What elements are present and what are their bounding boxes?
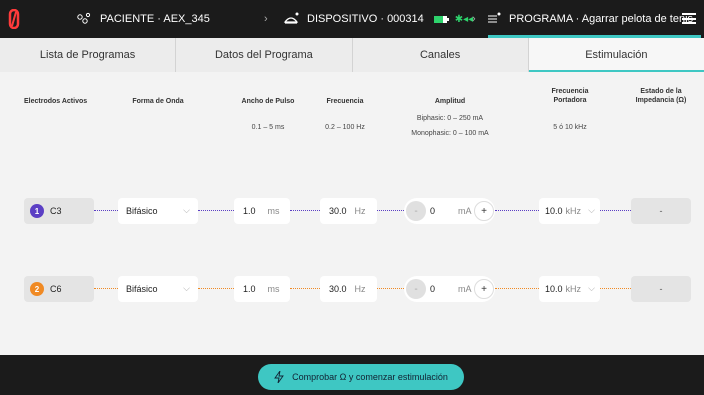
header-frequency: Frecuencia <box>326 98 364 105</box>
tab-stimulation[interactable]: Estimulación <box>528 38 704 72</box>
chevron-right-icon: › <box>472 13 476 25</box>
header-impedance: Estado de la Impedancia (Ω) <box>635 88 687 104</box>
program-selector[interactable]: PROGRAMA · Agarrar pelota de tenis <box>487 0 693 38</box>
minus-button[interactable]: - <box>406 279 426 299</box>
amplitude-value[interactable]: 0 <box>430 206 435 216</box>
channel-row: 2 C6 Bifásico ⌵ 1.0 ms 30.0 Hz - 0 mA + … <box>0 276 704 302</box>
pulse-width-unit: ms <box>267 284 280 294</box>
waveform-value: Bifásico <box>126 284 158 294</box>
impedance-status: - <box>631 198 691 224</box>
waveform-select[interactable]: Bifásico ⌵ <box>118 198 198 224</box>
device-selector[interactable]: DISPOSITIVO · 000314 ✱◂◂ <box>283 0 473 38</box>
header-carrier: Frecuencia Portadora <box>551 88 589 104</box>
lightning-icon <box>274 371 284 383</box>
patient-selector[interactable]: PACIENTE · AEX_345 <box>76 0 210 38</box>
patient-icon <box>76 12 92 26</box>
electrode-chip: 2 C6 <box>24 276 94 302</box>
frequency-value: 30.0 <box>329 284 347 294</box>
hamburger-menu-icon[interactable] <box>682 13 696 24</box>
plus-button[interactable]: + <box>474 279 494 299</box>
top-bar: PACIENTE · AEX_345 › DISPOSITIVO · 00031… <box>0 0 704 38</box>
chevron-down-icon: ⌵ <box>588 283 595 293</box>
frequency-field[interactable]: 30.0 Hz <box>320 198 377 224</box>
electrode-label: C6 <box>50 284 62 294</box>
carrier-range: 5 ó 10 kHz <box>553 124 587 131</box>
frequency-field[interactable]: 30.0 Hz <box>320 276 377 302</box>
channel-number: 1 <box>30 204 44 218</box>
connector-line <box>600 210 631 211</box>
pulse-width-unit: ms <box>267 206 280 216</box>
tab-program-data[interactable]: Datos del Programa <box>176 38 353 72</box>
device-label: DISPOSITIVO · 000314 <box>307 13 424 25</box>
tab-bar: Lista de Programas Datos del Programa Ca… <box>0 38 704 72</box>
amplitude-value[interactable]: 0 <box>430 284 435 294</box>
check-and-start-button[interactable]: Comprobar Ω y comenzar estimulación <box>258 364 464 390</box>
waveform-value: Bifásico <box>126 206 158 216</box>
amplitude-unit: mA <box>458 284 472 294</box>
program-icon <box>487 12 501 26</box>
program-label: PROGRAMA · Agarrar pelota de tenis <box>509 13 694 25</box>
frequency-unit: Hz <box>354 206 366 216</box>
electrode-chip: 1 C3 <box>24 198 94 224</box>
start-button-label: Comprobar Ω y comenzar estimulación <box>292 372 448 382</box>
chevron-down-icon: ⌵ <box>183 205 190 215</box>
connector-line <box>290 288 320 289</box>
connector-line <box>600 288 631 289</box>
plus-button[interactable]: + <box>474 201 494 221</box>
chevron-right-icon: › <box>264 13 268 25</box>
bottom-bar: Comprobar Ω y comenzar estimulación <box>0 355 704 395</box>
amplitude-stepper: - 0 mA + <box>404 276 495 302</box>
header-electrodes: Electrodos Activos <box>24 98 88 105</box>
carrier-value: 10.0 <box>545 206 563 216</box>
pulse-width-range: 0.1 – 5 ms <box>251 124 285 131</box>
carrier-unit: kHz <box>565 206 582 216</box>
amplitude-stepper: - 0 mA + <box>404 198 495 224</box>
chevron-down-icon: ⌵ <box>588 205 595 215</box>
tab-program-list[interactable]: Lista de Programas <box>0 38 177 72</box>
pulse-width-value: 1.0 <box>243 206 256 216</box>
frequency-value: 30.0 <box>329 206 347 216</box>
connector-line <box>94 210 118 211</box>
frequency-unit: Hz <box>354 284 366 294</box>
carrier-select[interactable]: 10.0 kHz ⌵ <box>539 198 600 224</box>
bluetooth-icon: ✱◂◂ <box>454 13 474 25</box>
waveform-select[interactable]: Bifásico ⌵ <box>118 276 198 302</box>
connector-line <box>290 210 320 211</box>
app-logo <box>8 9 20 29</box>
connector-line <box>377 288 404 289</box>
carrier-select[interactable]: 10.0 kHz ⌵ <box>539 276 600 302</box>
pulse-width-field[interactable]: 1.0 ms <box>234 276 290 302</box>
minus-button[interactable]: - <box>406 201 426 221</box>
header-pulse-width: Ancho de Pulso <box>241 98 295 105</box>
header-waveform: Forma de Onda <box>132 98 184 105</box>
electrode-label: C3 <box>50 206 62 216</box>
battery-icon <box>433 15 449 23</box>
amplitude-range-biphasic: Biphasic: 0 – 250 mA <box>416 115 484 122</box>
connector-line <box>377 210 404 211</box>
frequency-range: 0.2 – 100 Hz <box>325 124 365 131</box>
channel-number: 2 <box>30 282 44 296</box>
pulse-width-field[interactable]: 1.0 ms <box>234 198 290 224</box>
channel-row: 1 C3 Bifásico ⌵ 1.0 ms 30.0 Hz - 0 mA + … <box>0 198 704 224</box>
chevron-down-icon: ⌵ <box>183 283 190 293</box>
pulse-width-value: 1.0 <box>243 284 256 294</box>
patient-label: PACIENTE · AEX_345 <box>100 13 210 25</box>
impedance-status: - <box>631 276 691 302</box>
connector-line <box>94 288 118 289</box>
device-icon <box>283 12 299 26</box>
carrier-value: 10.0 <box>545 284 563 294</box>
connector-line <box>198 210 234 211</box>
connector-line <box>198 288 234 289</box>
header-amplitude: Amplitud <box>434 98 466 105</box>
amplitude-range-monophasic: Monophasic: 0 – 100 mA <box>411 130 489 137</box>
connector-line <box>495 288 539 289</box>
tab-channels[interactable]: Canales <box>353 38 529 72</box>
carrier-unit: kHz <box>565 284 582 294</box>
connector-line <box>495 210 539 211</box>
amplitude-unit: mA <box>458 206 472 216</box>
